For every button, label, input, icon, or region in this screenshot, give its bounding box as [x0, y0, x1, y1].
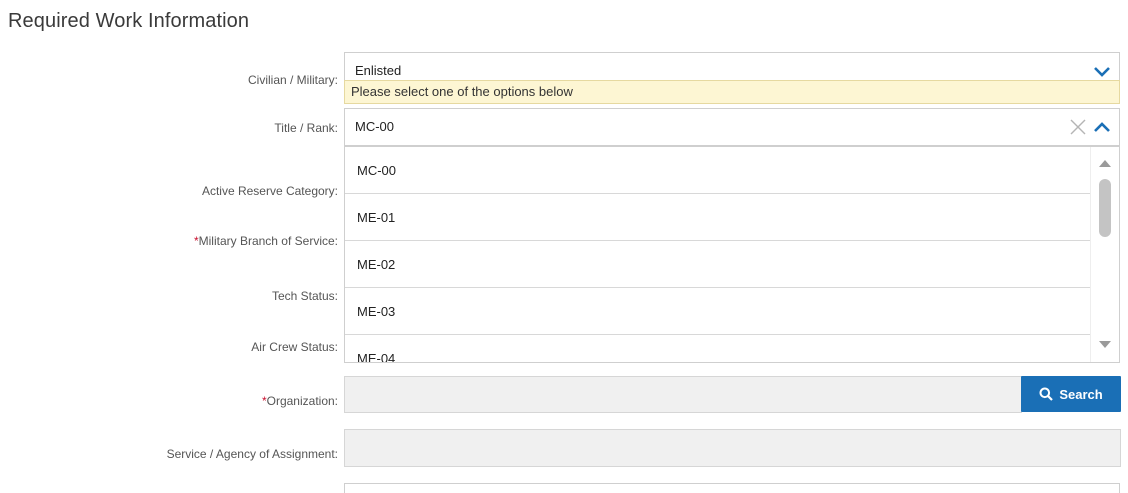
- organization-text: Organization:: [266, 394, 338, 408]
- air-crew-status-label: Air Crew Status:: [251, 340, 338, 354]
- civilian-military-label: Civilian / Military:: [247, 73, 338, 87]
- tech-status-label: Tech Status:: [271, 289, 338, 303]
- organization-search-button[interactable]: Search: [1021, 376, 1121, 412]
- title-rank-select[interactable]: MC-00: [344, 108, 1120, 146]
- title-rank-value: MC-00: [355, 119, 395, 134]
- search-icon: [1039, 387, 1054, 401]
- organization-label: *Organization:: [262, 394, 338, 408]
- active-reserve-label: Active Reserve Category:: [201, 184, 338, 198]
- validation-tooltip: Please select one of the options below: [344, 80, 1120, 104]
- service-agency-field[interactable]: [344, 429, 1121, 467]
- military-branch-label: *Military Branch of Service:: [194, 234, 338, 248]
- service-agency-label: Service / Agency of Assignment:: [166, 447, 338, 461]
- military-branch-text: Military Branch of Service:: [198, 234, 338, 248]
- title-rank-dropdown[interactable]: MC-00 ME-01 ME-02 ME-03 ME-04: [344, 146, 1120, 363]
- dropdown-option[interactable]: ME-04: [345, 335, 1092, 362]
- clear-icon[interactable]: [1069, 118, 1087, 136]
- title-rank-label: Title / Rank:: [274, 121, 338, 135]
- chevron-down-icon[interactable]: [1093, 66, 1111, 78]
- organization-field[interactable]: [344, 376, 1022, 413]
- dropdown-scrollbar[interactable]: [1090, 147, 1119, 362]
- scroll-down-arrow-icon[interactable]: [1098, 340, 1112, 349]
- dropdown-option[interactable]: MC-00: [345, 147, 1092, 194]
- civilian-military-value: Enlisted: [355, 63, 402, 78]
- scroll-up-arrow-icon[interactable]: [1098, 159, 1112, 168]
- scrollbar-thumb[interactable]: [1099, 179, 1111, 237]
- search-button-label: Search: [1059, 386, 1103, 402]
- chevron-up-icon[interactable]: [1093, 121, 1111, 133]
- next-field[interactable]: [344, 483, 1120, 493]
- dropdown-option[interactable]: ME-03: [345, 288, 1092, 335]
- dropdown-option[interactable]: ME-02: [345, 241, 1092, 288]
- dropdown-option[interactable]: ME-01: [345, 194, 1092, 241]
- section-title: Required Work Information: [8, 10, 250, 32]
